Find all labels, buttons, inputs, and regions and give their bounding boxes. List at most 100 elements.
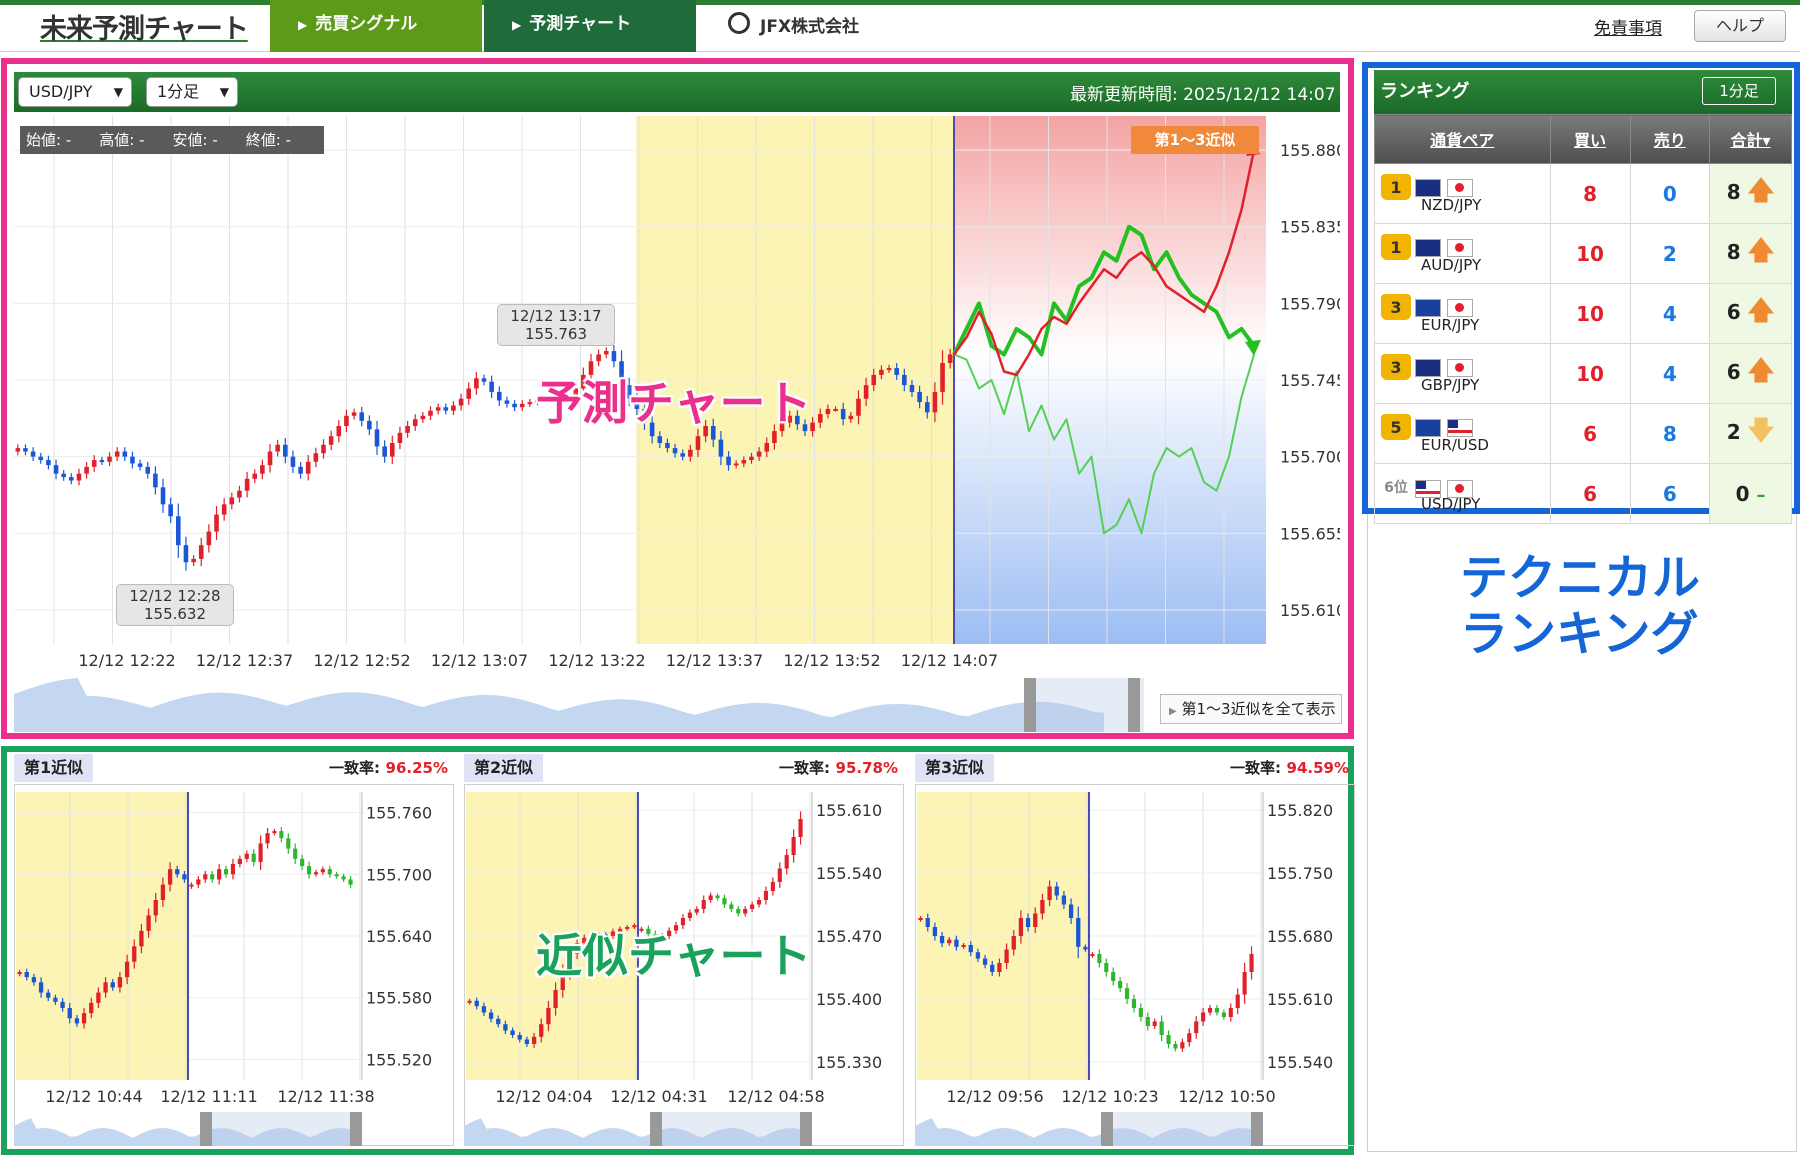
ranking-row[interactable]: 3 EUR/JPY 10 4 6 🡅 [1374, 283, 1792, 344]
ranking-row[interactable]: 1 AUD/JPY 10 2 8 🡅 [1374, 223, 1792, 284]
past-candle [954, 939, 959, 947]
main-candle [107, 456, 112, 462]
pair-cell[interactable]: 1 NZD/JPY [1374, 163, 1551, 224]
past-candle [510, 1030, 515, 1035]
y-tick-label: 155.750 [1267, 864, 1333, 883]
main-candle [665, 443, 670, 449]
future-candle [701, 900, 706, 909]
col-sell[interactable]: 売り [1629, 114, 1711, 164]
past-candle [539, 1024, 544, 1037]
pair-name: AUD/JPY [1421, 255, 1482, 274]
approx-range-tag: 第1～3近似 [1131, 126, 1259, 154]
main-candle [229, 497, 235, 505]
pair-cell[interactable]: 1 AUD/JPY [1374, 223, 1551, 284]
future-candle [750, 904, 755, 909]
open-value: 始値: - [26, 131, 72, 149]
ranking-row[interactable]: 5 EUR/USD 6 8 2 🡇 [1374, 403, 1792, 464]
main-candle [718, 439, 724, 457]
main-candle [489, 381, 494, 392]
future-candle [1194, 1021, 1199, 1034]
main-candle [496, 391, 502, 401]
main-candle [474, 378, 479, 389]
x-tick-label: 12/12 04:58 [727, 1087, 824, 1106]
future-candle [230, 864, 236, 875]
future-candle [1187, 1033, 1192, 1043]
future-candle [1097, 954, 1102, 963]
buy-count: 10 [1549, 343, 1631, 404]
approx-chart[interactable]: 155.820 155.750 155.680 155.610 155.540 12/12… [915, 786, 1355, 1146]
app-logo[interactable]: 未来予測チャート [40, 7, 249, 46]
help-button[interactable]: ヘルプ [1694, 10, 1786, 42]
disclaimer-link[interactable]: 免責事項 [1594, 14, 1662, 39]
future-candle [341, 876, 346, 880]
play-triangle-icon: ▶ [1169, 706, 1177, 717]
total-count: 8 [1726, 179, 1741, 204]
past-candle [96, 992, 101, 1003]
navigator-handle-left [1101, 1112, 1113, 1146]
future-candle [258, 843, 263, 862]
tab-forecast-chart[interactable]: ▶ 予測チャート [484, 0, 696, 52]
match-rate-label: 一致率: [328, 759, 380, 777]
ranking-row[interactable]: 6位 USD/JPY 6 6 0 – [1374, 463, 1792, 524]
col-pair[interactable]: 通貨ペア [1374, 114, 1551, 164]
future-candle [1090, 954, 1095, 956]
main-candle [917, 391, 922, 403]
past-candle [1083, 946, 1088, 950]
future-candle [327, 869, 332, 875]
future-candle [694, 909, 699, 913]
ranking-row[interactable]: 1 NZD/JPY 8 0 8 🡅 [1374, 163, 1792, 224]
approx-chart[interactable]: 155.760 155.700 155.640 155.580 155.520 12/12… [14, 786, 454, 1146]
timeframe-value: 1分足 [157, 82, 200, 101]
main-candle [305, 461, 311, 474]
company-name: JFX株式会社 [760, 17, 860, 37]
main-candle [825, 408, 831, 415]
close-value: 終値: - [245, 131, 291, 149]
tab-label: 予測チャート [529, 14, 632, 34]
pair-cell[interactable]: 5 EUR/USD [1374, 403, 1551, 464]
navigator-window [654, 1112, 800, 1146]
past-candle [982, 958, 988, 965]
match-rate: 一致率: 96.25% [329, 754, 448, 782]
x-tick-label: 12/12 04:04 [495, 1087, 592, 1106]
usd-flag-icon [1415, 479, 1441, 498]
past-candle [153, 900, 158, 916]
main-candle [886, 368, 892, 371]
pair-cell[interactable]: 6位 USD/JPY [1374, 463, 1551, 524]
crown-icon: 3 [1381, 353, 1411, 380]
col-buy[interactable]: 買い [1549, 114, 1631, 164]
y-tick-label: 155.700 [366, 865, 432, 884]
future-candle [1138, 1008, 1143, 1017]
col-total[interactable]: 合計▾ [1709, 114, 1792, 164]
past-candle [932, 927, 938, 936]
match-rate-value: 94.59% [1286, 759, 1349, 777]
crown-icon: 1 [1381, 173, 1411, 200]
future-candle [791, 837, 796, 855]
approx-chart-title: 第2近似 [464, 754, 544, 782]
pair-cell[interactable]: 3 EUR/JPY [1374, 283, 1551, 344]
sell-count: 2 [1629, 223, 1711, 284]
pair-name: EUR/JPY [1421, 315, 1480, 334]
main-candle [940, 362, 945, 392]
timeframe-select[interactable]: 1分足 ▼ [146, 77, 238, 107]
sell-count: 6 [1629, 463, 1711, 524]
show-all-approx-button[interactable]: ▶ 第1～3近似を全て表示 [1160, 694, 1342, 724]
total-cell: 8 🡅 [1709, 163, 1792, 224]
y-tick-label: 155.610 [1280, 601, 1340, 620]
main-candle [122, 451, 128, 457]
past-candle [1033, 913, 1038, 927]
ranking-row[interactable]: 3 GBP/JPY 10 4 6 🡅 [1374, 343, 1792, 404]
main-candle [726, 456, 731, 466]
main-candle [657, 436, 663, 444]
pair-cell[interactable]: 3 GBP/JPY [1374, 343, 1551, 404]
main-candle [443, 407, 449, 411]
ranking-timeframe-button[interactable]: 1分足 [1702, 77, 1776, 105]
past-candle [925, 918, 930, 927]
buy-count: 10 [1549, 283, 1631, 344]
past-candle [553, 990, 558, 1008]
future-candle [313, 872, 319, 875]
currency-pair-select[interactable]: USD/JPY ▼ [18, 77, 132, 107]
tab-trade-signal[interactable]: ▶ 売買シグナル [270, 0, 482, 52]
x-tick-label: 12/12 14:07 [901, 651, 998, 670]
match-rate-value: 95.78% [835, 759, 898, 777]
currency-pair-value: USD/JPY [29, 82, 93, 101]
